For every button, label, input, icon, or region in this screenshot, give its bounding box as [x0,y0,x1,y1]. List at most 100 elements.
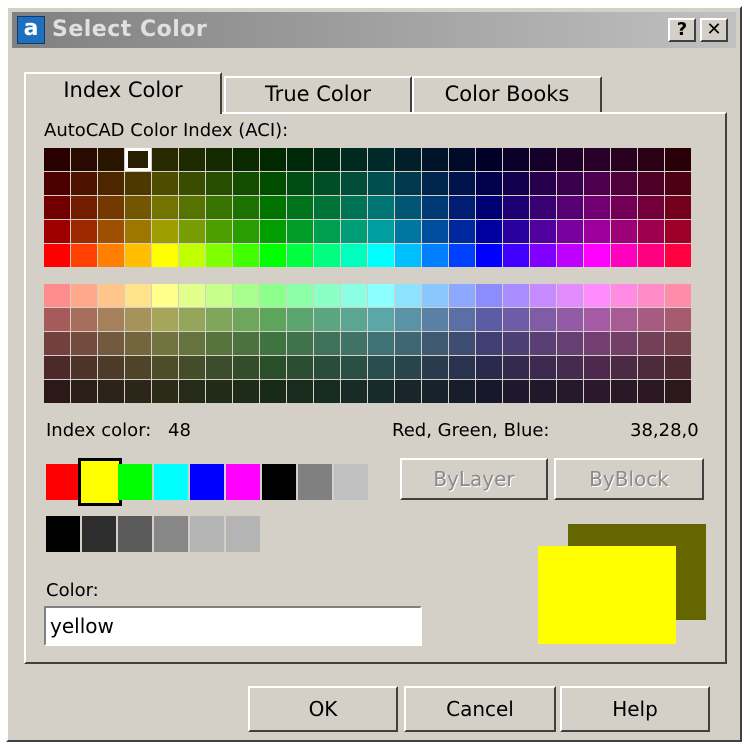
aci-color-cell[interactable] [530,172,556,195]
aci-color-cell[interactable] [584,196,610,219]
aci-color-cell[interactable] [98,356,124,379]
aci-color-cell[interactable] [611,308,637,331]
aci-color-cell[interactable] [125,308,151,331]
aci-color-cell[interactable] [287,172,313,195]
aci-color-cell[interactable] [125,356,151,379]
aci-color-cell[interactable] [476,148,502,171]
aci-color-cell[interactable] [503,196,529,219]
aci-color-cell[interactable] [71,172,97,195]
aci-color-cell[interactable] [341,356,367,379]
aci-color-cell[interactable] [395,220,421,243]
aci-color-cell[interactable] [638,196,664,219]
aci-color-cell[interactable] [665,196,691,219]
aci-color-cell[interactable] [341,220,367,243]
standard-color-swatch[interactable] [298,464,332,500]
aci-color-cell[interactable] [422,220,448,243]
aci-color-cell[interactable] [530,148,556,171]
aci-color-cell[interactable] [314,356,340,379]
aci-color-cell[interactable] [449,356,475,379]
cancel-button[interactable]: Cancel [404,686,556,732]
aci-color-cell[interactable] [260,148,286,171]
aci-color-cell[interactable] [530,332,556,355]
aci-color-cell[interactable] [557,332,583,355]
aci-color-cell[interactable] [665,332,691,355]
aci-color-cell[interactable] [449,196,475,219]
aci-color-cell[interactable] [611,284,637,307]
aci-color-cell[interactable] [638,332,664,355]
aci-color-cell[interactable] [368,284,394,307]
aci-color-cell[interactable] [476,356,502,379]
aci-color-cell[interactable] [557,244,583,267]
aci-color-cell[interactable] [233,284,259,307]
help-icon[interactable]: ? [668,18,696,42]
aci-color-cell-selected[interactable] [125,148,151,171]
aci-color-cell[interactable] [611,148,637,171]
aci-color-cell[interactable] [476,380,502,403]
aci-color-cell[interactable] [584,380,610,403]
aci-color-cell[interactable] [503,220,529,243]
aci-color-cell[interactable] [287,380,313,403]
aci-color-cell[interactable] [341,308,367,331]
aci-color-cell[interactable] [152,196,178,219]
aci-color-cell[interactable] [665,356,691,379]
aci-color-cell[interactable] [44,172,70,195]
aci-color-cell[interactable] [476,244,502,267]
aci-color-cell[interactable] [665,308,691,331]
aci-color-cell[interactable] [233,380,259,403]
aci-color-cell[interactable] [314,284,340,307]
aci-color-cell[interactable] [395,172,421,195]
aci-color-cell[interactable] [395,196,421,219]
aci-color-cell[interactable] [206,244,232,267]
aci-color-cell[interactable] [422,332,448,355]
aci-color-cell[interactable] [314,332,340,355]
aci-color-cell[interactable] [287,220,313,243]
aci-color-cell[interactable] [179,148,205,171]
aci-color-cell[interactable] [98,308,124,331]
aci-color-cell[interactable] [287,332,313,355]
aci-color-cell[interactable] [449,284,475,307]
aci-color-cell[interactable] [314,172,340,195]
aci-color-cell[interactable] [503,172,529,195]
aci-color-cell[interactable] [44,284,70,307]
aci-color-cell[interactable] [476,308,502,331]
aci-color-cell[interactable] [152,220,178,243]
aci-color-cell[interactable] [665,172,691,195]
aci-color-cell[interactable] [611,356,637,379]
aci-color-cell[interactable] [584,172,610,195]
aci-color-cell[interactable] [314,308,340,331]
aci-color-cell[interactable] [260,356,286,379]
aci-color-cell[interactable] [368,356,394,379]
aci-color-cell[interactable] [449,308,475,331]
aci-color-cell[interactable] [503,356,529,379]
aci-color-cell[interactable] [44,196,70,219]
aci-color-cell[interactable] [206,148,232,171]
aci-color-cell[interactable] [476,196,502,219]
aci-color-cell[interactable] [476,332,502,355]
aci-color-cell[interactable] [260,284,286,307]
aci-color-cell[interactable] [44,220,70,243]
aci-color-cell[interactable] [368,148,394,171]
aci-color-cell[interactable] [665,284,691,307]
aci-color-cell[interactable] [476,284,502,307]
aci-color-cell[interactable] [233,308,259,331]
aci-color-cell[interactable] [422,172,448,195]
aci-color-cell[interactable] [503,380,529,403]
aci-color-cell[interactable] [584,284,610,307]
aci-color-cell[interactable] [503,308,529,331]
aci-color-cell[interactable] [530,284,556,307]
aci-color-cell[interactable] [179,332,205,355]
aci-color-cell[interactable] [503,148,529,171]
aci-color-cell[interactable] [206,172,232,195]
aci-color-cell[interactable] [341,172,367,195]
aci-color-cell[interactable] [71,380,97,403]
aci-color-cell[interactable] [395,380,421,403]
aci-color-cell[interactable] [584,308,610,331]
aci-color-cell[interactable] [287,148,313,171]
aci-color-cell[interactable] [233,332,259,355]
aci-color-cell[interactable] [638,244,664,267]
aci-color-cell[interactable] [449,332,475,355]
aci-color-cell[interactable] [260,244,286,267]
aci-color-cell[interactable] [179,356,205,379]
aci-color-cell[interactable] [611,380,637,403]
aci-color-cell[interactable] [125,220,151,243]
